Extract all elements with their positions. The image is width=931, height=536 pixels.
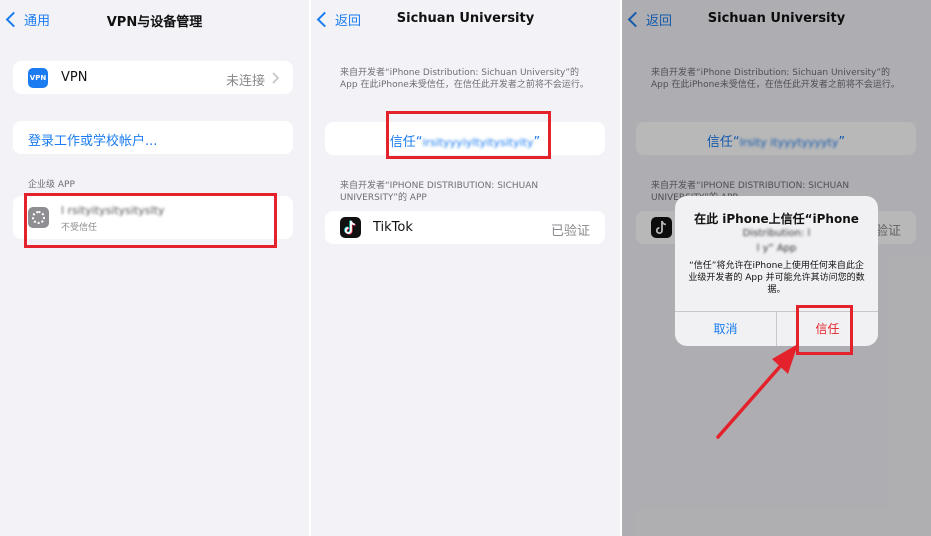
pointer-arrow-icon: [716, 344, 798, 439]
trust-developer-row[interactable]: 信任“irsityyyiyltyitysityity”: [325, 122, 605, 155]
vpn-device-management-screen: 通用 VPN与设备管理 VPN VPN 未连接 登录工作或学校帐户... 企业级…: [0, 0, 309, 536]
vpn-label: VPN: [61, 70, 88, 85]
vpn-icon: VPN: [28, 68, 48, 88]
profile-name: l rsityitysitysityslty: [61, 204, 165, 217]
nav-bar: 返回 Sichuan University: [311, 0, 620, 38]
trust-developer-name: irsityyyiyltyitysityity: [422, 136, 534, 149]
developer-trust-screen: 返回 Sichuan University 来自开发者“iPhone Distr…: [311, 0, 620, 536]
developer-apps-caption: 来自开发者“IPHONE DISTRIBUTION: SICHUAN UNIVE…: [340, 181, 539, 203]
trust-confirm-screen: 返回 Sichuan University 来自开发者“iPhone Distr…: [622, 0, 931, 536]
untrusted-developer-caption: 来自开发者“iPhone Distribution: Sichuan Unive…: [340, 68, 589, 90]
trust-suffix: ”: [533, 135, 541, 150]
profile-status: 不受信任: [61, 223, 98, 233]
chevron-right-icon: [272, 72, 279, 84]
login-work-school-row[interactable]: 登录工作或学校帐户...: [13, 121, 293, 154]
trust-prefix: 信任“: [389, 135, 423, 150]
nav-bar: 通用 VPN与设备管理: [0, 0, 309, 38]
vpn-status: 未连接: [225, 74, 265, 89]
section-header: 企业级 APP: [28, 180, 75, 190]
page-title: VPN与设备管理: [106, 15, 203, 30]
app-name: TikTok: [373, 220, 413, 235]
gear-icon: [28, 207, 49, 228]
vpn-row[interactable]: VPN VPN 未连接: [13, 61, 293, 94]
enterprise-profile-row[interactable]: l rsityitysitysityslty 不受信任: [13, 196, 293, 239]
trust-developer-button[interactable]: 信任“irsityyyiyltyitysityity”: [325, 131, 605, 150]
page-title: Sichuan University: [396, 11, 535, 26]
app-verified-status: 已验证: [550, 224, 590, 239]
app-row-tiktok[interactable]: TikTok 已验证: [325, 211, 605, 244]
login-link[interactable]: 登录工作或学校帐户...: [28, 130, 157, 149]
tiktok-icon: [340, 217, 361, 238]
